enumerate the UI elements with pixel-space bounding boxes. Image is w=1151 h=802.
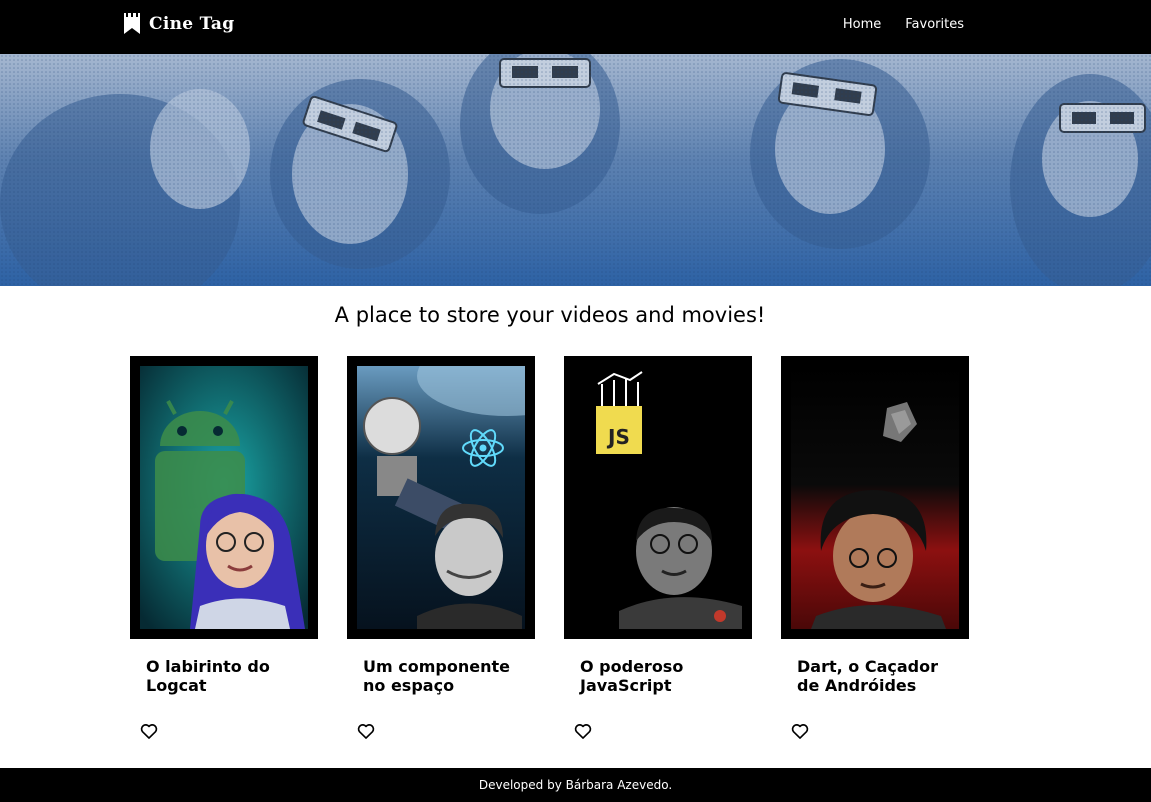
nav-link-home[interactable]: Home [843, 17, 881, 32]
video-title: Um componente no espaço [363, 657, 510, 695]
favorite-button[interactable] [573, 720, 595, 742]
heart-outline-icon [574, 724, 592, 739]
page-tagline: A place to store your videos and movies! [334, 303, 766, 327]
video-card: JS O poderoso JavaScript [564, 356, 752, 742]
video-grid: O labirinto do Logcat Um componente no e… [130, 356, 969, 742]
heart-outline-icon [357, 724, 375, 739]
video-thumbnail[interactable]: JS [564, 356, 752, 639]
video-title: Dart, o Caçador de Andróides [797, 657, 938, 695]
brand-name: Cine Tag [149, 13, 235, 34]
video-thumbnail[interactable] [781, 356, 969, 639]
video-thumbnail[interactable] [130, 356, 318, 639]
svg-text:JS: JS [606, 425, 630, 449]
favorite-button[interactable] [790, 720, 812, 742]
favorite-button[interactable] [356, 720, 378, 742]
favorite-button[interactable] [139, 720, 161, 742]
clapperboard-bookmark-icon [124, 13, 140, 34]
video-thumbnail[interactable] [347, 356, 535, 639]
footer-credit: Developed by Bárbara Azevedo. [478, 778, 673, 792]
hero-banner-image [0, 54, 1151, 286]
nav-link-favorites[interactable]: Favorites [905, 17, 964, 32]
heart-outline-icon [140, 724, 158, 739]
brand-logo[interactable]: Cine Tag [123, 12, 234, 35]
video-card: Dart, o Caçador de Andróides [781, 356, 969, 742]
video-title: O labirinto do Logcat [146, 657, 270, 695]
top-navbar: Cine Tag Home Favorites [0, 0, 1151, 54]
video-card: Um componente no espaço [347, 356, 535, 742]
video-card: O labirinto do Logcat [130, 356, 318, 742]
main-nav: Home Favorites [843, 17, 964, 32]
heart-outline-icon [791, 724, 809, 739]
video-title: O poderoso JavaScript [580, 657, 684, 695]
page-footer: Developed by Bárbara Azevedo. [0, 768, 1151, 802]
